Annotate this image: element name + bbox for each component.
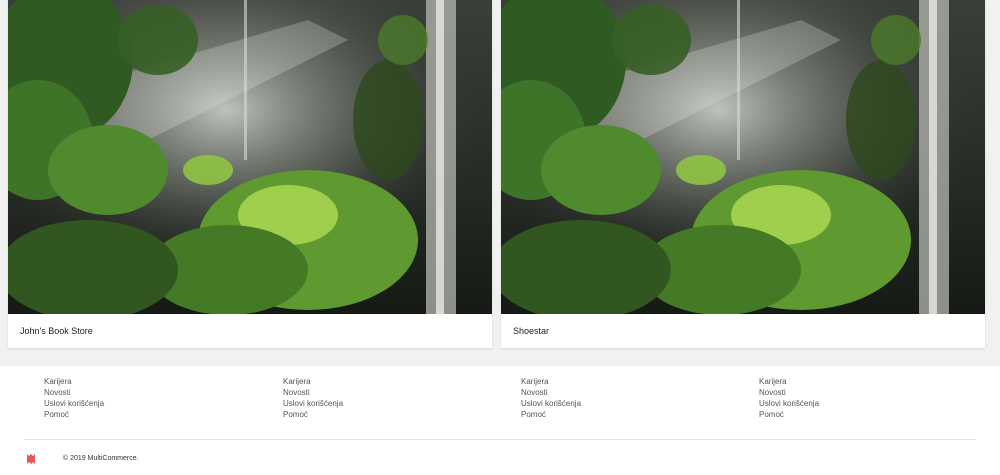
copyright-text: © 2019 MultiCommerce.	[63, 455, 139, 462]
footer-link-help[interactable]: Pomoć	[44, 409, 204, 420]
footer-column: Karijera Novosti Uslovi korišćenja Pomoć	[521, 376, 681, 420]
footer-link-terms[interactable]: Uslovi korišćenja	[521, 398, 681, 409]
store-name[interactable]: John's Book Store	[20, 326, 93, 336]
footer-link-careers[interactable]: Karijera	[759, 376, 919, 387]
footer-link-news[interactable]: Novosti	[521, 387, 681, 398]
footer-link-help[interactable]: Pomoć	[283, 409, 443, 420]
store-card[interactable]: John's Book Store	[8, 0, 492, 348]
multicommerce-logo-icon[interactable]	[26, 453, 36, 465]
footer-link-terms[interactable]: Uslovi korišćenja	[44, 398, 204, 409]
footer-column: Karijera Novosti Uslovi korišćenja Pomoć	[283, 376, 443, 420]
footer-link-news[interactable]: Novosti	[759, 387, 919, 398]
footer-link-terms[interactable]: Uslovi korišćenja	[283, 398, 443, 409]
footer-link-terms[interactable]: Uslovi korišćenja	[759, 398, 919, 409]
footer-links: Karijera Novosti Uslovi korišćenja Pomoć…	[0, 376, 1000, 426]
footer-divider	[24, 439, 976, 440]
footer-link-careers[interactable]: Karijera	[44, 376, 204, 387]
footer-link-help[interactable]: Pomoć	[759, 409, 919, 420]
store-name[interactable]: Shoestar	[513, 326, 549, 336]
store-card[interactable]: Shoestar	[501, 0, 985, 348]
footer-link-careers[interactable]: Karijera	[283, 376, 443, 387]
footer-link-news[interactable]: Novosti	[283, 387, 443, 398]
footer-column: Karijera Novosti Uslovi korišćenja Pomoć	[44, 376, 204, 420]
store-image[interactable]	[501, 0, 985, 314]
store-grid: John's Book Store Shoestar	[0, 0, 1000, 366]
footer-link-help[interactable]: Pomoć	[521, 409, 681, 420]
store-image[interactable]	[8, 0, 492, 314]
footer-link-news[interactable]: Novosti	[44, 387, 204, 398]
footer-link-careers[interactable]: Karijera	[521, 376, 681, 387]
footer-column: Karijera Novosti Uslovi korišćenja Pomoć	[759, 376, 919, 420]
